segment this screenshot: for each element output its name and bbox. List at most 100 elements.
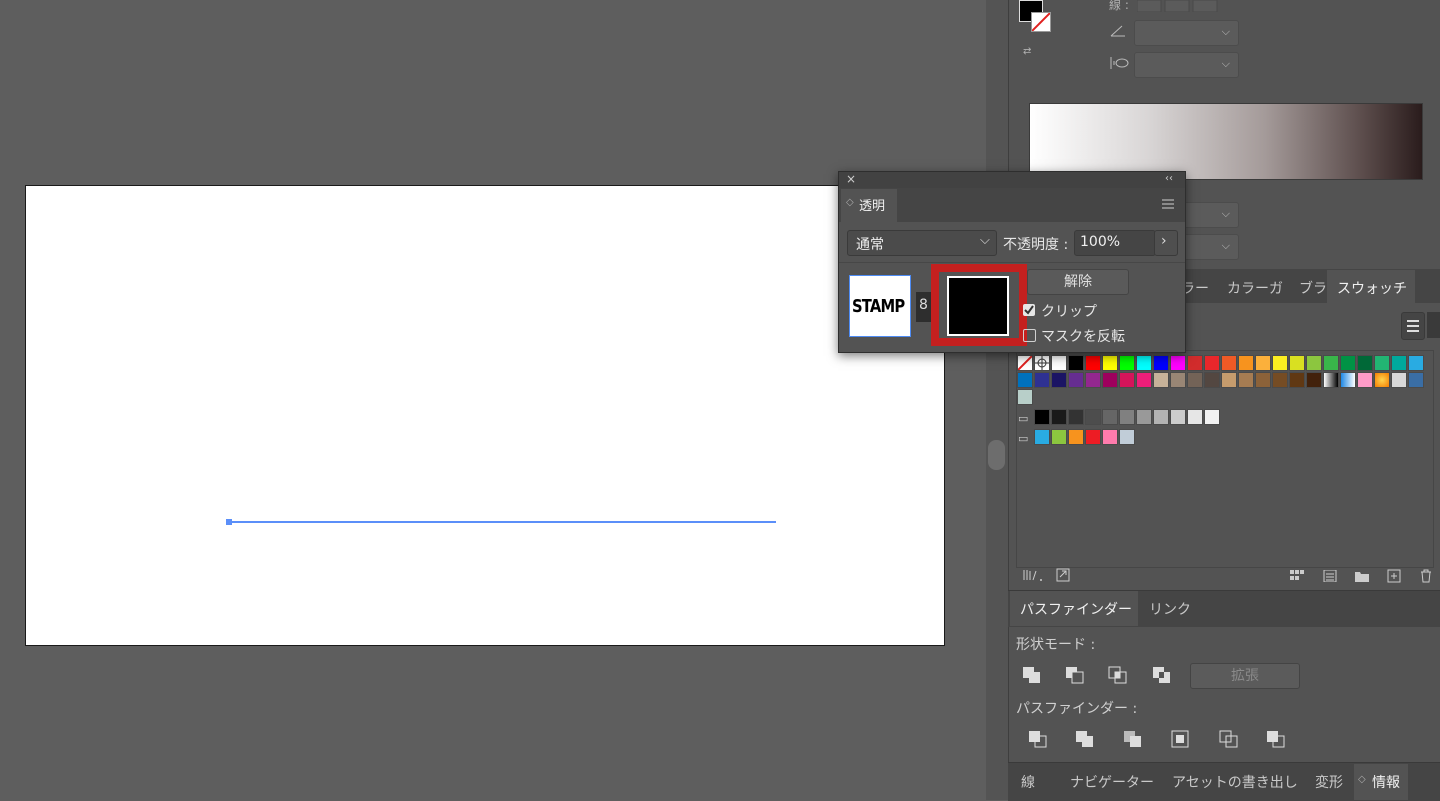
gradient-swatch[interactable]: [1357, 372, 1373, 388]
color-swatch[interactable]: [1034, 372, 1050, 388]
tab-links[interactable]: リンク: [1149, 599, 1191, 619]
artboard[interactable]: [25, 185, 945, 646]
gradient-swatch[interactable]: [1374, 372, 1390, 388]
color-swatch[interactable]: [1102, 409, 1118, 425]
list-view-button[interactable]: [1401, 312, 1425, 340]
clip-checkbox[interactable]: [1023, 304, 1035, 316]
invert-mask-checkbox[interactable]: [1023, 329, 1036, 342]
gradient-ramp[interactable]: [1029, 103, 1423, 180]
show-kinds-icon[interactable]: [1290, 570, 1304, 582]
color-swatch[interactable]: [1323, 355, 1339, 371]
opacity-slider-button[interactable]: ›: [1154, 230, 1178, 256]
color-swatch[interactable]: [1272, 355, 1288, 371]
minus-front-icon[interactable]: [1065, 666, 1085, 684]
close-icon[interactable]: ×: [846, 172, 856, 186]
color-swatch[interactable]: [1102, 429, 1118, 445]
gradient-swatch[interactable]: [1391, 372, 1407, 388]
color-swatch[interactable]: [1085, 429, 1101, 445]
color-swatch[interactable]: [1153, 372, 1169, 388]
color-swatch[interactable]: [1051, 355, 1067, 371]
anchor-point[interactable]: [226, 519, 232, 525]
opacity-input[interactable]: 100%: [1074, 230, 1156, 256]
color-swatch[interactable]: [1153, 409, 1169, 425]
cap-buttons[interactable]: [1137, 0, 1219, 12]
pattern-swatch[interactable]: [1017, 389, 1033, 405]
color-swatch[interactable]: [1272, 372, 1288, 388]
trim-icon[interactable]: [1075, 730, 1095, 748]
place-swatch-icon[interactable]: [1055, 568, 1071, 582]
alignment-dropdown[interactable]: ⌵: [1134, 52, 1239, 78]
color-swatch[interactable]: [1187, 355, 1203, 371]
scrollbar-thumb[interactable]: [988, 440, 1005, 470]
grid-view-button[interactable]: [1427, 312, 1440, 338]
mask-thumbnail[interactable]: [947, 276, 1009, 336]
angle-dropdown[interactable]: ⌵: [1134, 20, 1239, 46]
none-swatch[interactable]: [1017, 355, 1033, 371]
selected-path[interactable]: [228, 521, 776, 523]
color-swatch[interactable]: [1221, 355, 1237, 371]
color-swatch[interactable]: [1170, 355, 1186, 371]
color-swatch[interactable]: [1119, 372, 1135, 388]
color-swatch[interactable]: [1187, 409, 1203, 425]
swap-icon[interactable]: ⇄: [1023, 46, 1031, 57]
color-swatch[interactable]: [1170, 409, 1186, 425]
color-swatch[interactable]: [1357, 355, 1373, 371]
color-swatch[interactable]: [1119, 355, 1135, 371]
color-swatch[interactable]: [1289, 355, 1305, 371]
color-swatch[interactable]: [1085, 409, 1101, 425]
color-swatch[interactable]: [1408, 355, 1424, 371]
color-swatch[interactable]: [1136, 372, 1152, 388]
color-swatch[interactable]: [1374, 355, 1390, 371]
tab-color-guide[interactable]: カラーガ: [1227, 278, 1283, 298]
unite-icon[interactable]: [1022, 666, 1042, 684]
color-swatch[interactable]: [1034, 429, 1050, 445]
intersect-icon[interactable]: [1108, 666, 1128, 684]
color-swatch[interactable]: [1102, 372, 1118, 388]
color-swatch[interactable]: [1051, 409, 1067, 425]
panel-menu-icon[interactable]: [1161, 198, 1175, 210]
color-swatch[interactable]: [1051, 429, 1067, 445]
blend-mode-select[interactable]: 通常 ⌵: [847, 230, 997, 256]
object-thumbnail[interactable]: STAMP: [849, 275, 911, 337]
tab-asset-export[interactable]: アセットの書き出し: [1172, 772, 1298, 792]
color-swatch[interactable]: [1068, 409, 1084, 425]
swatch-options-icon[interactable]: [1323, 570, 1337, 582]
tab-info[interactable]: 情報: [1372, 772, 1400, 792]
color-swatch[interactable]: [1204, 372, 1220, 388]
color-swatch[interactable]: [1085, 372, 1101, 388]
color-swatch[interactable]: [1221, 372, 1237, 388]
tab-pathfinder[interactable]: パスファインダー: [1020, 599, 1132, 619]
collapse-icon[interactable]: ‹‹: [1165, 173, 1173, 184]
color-swatch[interactable]: [1068, 355, 1084, 371]
tab-swatches[interactable]: スウォッチ: [1337, 278, 1407, 298]
tab-stroke[interactable]: 線: [1021, 772, 1035, 792]
color-swatch[interactable]: [1119, 429, 1135, 445]
color-swatch[interactable]: [1136, 355, 1152, 371]
color-swatch[interactable]: [1204, 409, 1220, 425]
tab-transparency[interactable]: 透明: [859, 195, 885, 214]
trash-icon[interactable]: [1419, 569, 1433, 583]
color-swatch[interactable]: [1391, 355, 1407, 371]
minus-back-icon[interactable]: [1266, 730, 1286, 748]
panel-titlebar[interactable]: [839, 172, 1185, 188]
divide-icon[interactable]: [1028, 730, 1048, 748]
new-group-icon[interactable]: [1354, 570, 1370, 582]
exclude-icon[interactable]: [1152, 666, 1172, 684]
gradient-swatch[interactable]: [1323, 372, 1339, 388]
color-swatch[interactable]: [1034, 409, 1050, 425]
color-swatch[interactable]: [1051, 372, 1067, 388]
color-swatch[interactable]: [1119, 409, 1135, 425]
color-swatch[interactable]: [1238, 372, 1254, 388]
color-swatch[interactable]: [1187, 372, 1203, 388]
gradient-swatch[interactable]: [1340, 372, 1356, 388]
color-swatch[interactable]: [1170, 372, 1186, 388]
color-swatch[interactable]: [1306, 372, 1322, 388]
crop-icon[interactable]: [1171, 730, 1191, 748]
color-swatch[interactable]: [1340, 355, 1356, 371]
color-swatch[interactable]: [1255, 372, 1271, 388]
color-swatch[interactable]: [1085, 355, 1101, 371]
tab-navigator[interactable]: ナビゲーター: [1070, 772, 1154, 792]
swatch-library-icon[interactable]: [1022, 568, 1044, 582]
color-swatch[interactable]: [1306, 355, 1322, 371]
color-swatch[interactable]: [1068, 372, 1084, 388]
